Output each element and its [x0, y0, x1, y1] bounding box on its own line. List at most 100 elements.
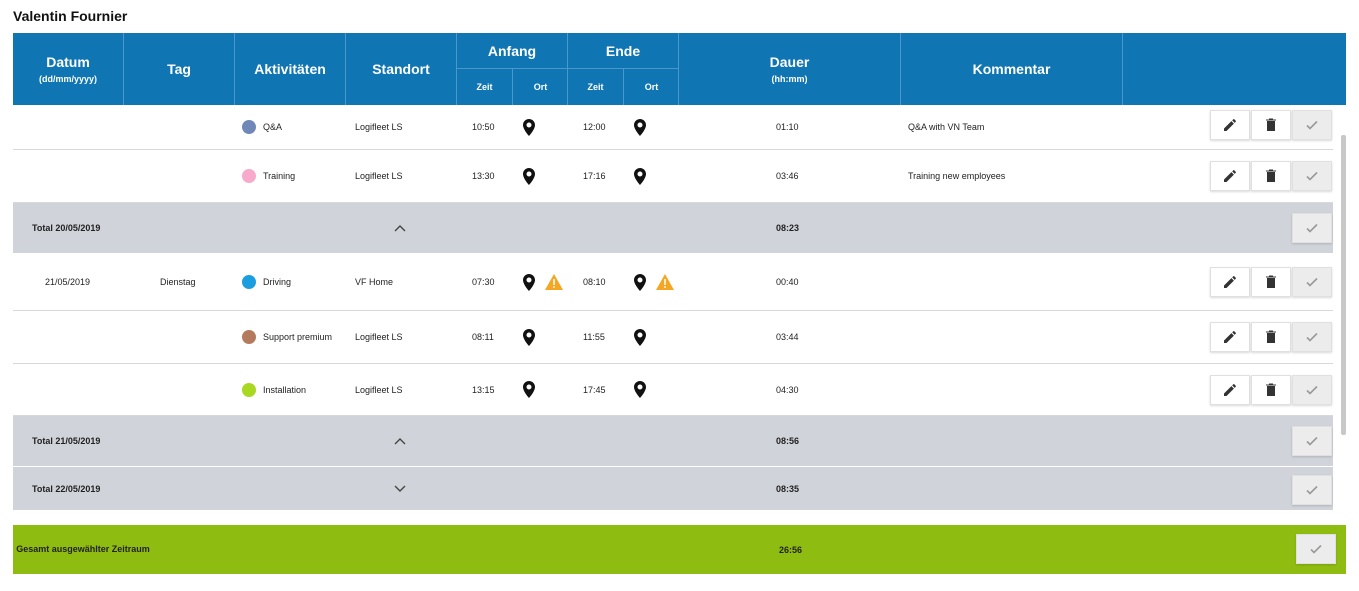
datum-cell: 21/05/2019	[45, 277, 91, 287]
header-aktivitaeten-label: Aktivitäten	[254, 61, 326, 77]
start-time: 13:15	[472, 384, 495, 395]
end-location[interactable]	[634, 105, 646, 149]
activity-label: Installation	[263, 384, 307, 395]
end-time: 17:16	[583, 171, 606, 181]
edit-button[interactable]	[1210, 322, 1250, 352]
check-icon	[1310, 544, 1322, 554]
confirm-button[interactable]	[1292, 161, 1332, 191]
end-location[interactable]	[634, 150, 646, 202]
start-location[interactable]	[523, 105, 535, 149]
header-anfang-zeit: Zeit	[476, 82, 493, 92]
header-kommentar-label: Kommentar	[972, 61, 1051, 77]
map-pin-icon	[523, 381, 535, 398]
dauer-cell: 03:46	[776, 171, 799, 181]
start-location[interactable]	[523, 311, 535, 363]
table-row: Q&A Logifleet LS 10:50 12:00 01:10 Q&A w…	[13, 105, 1333, 150]
chevron-up-icon	[394, 438, 406, 445]
grand-total-label: Gesamt ausgewählter Zeitraum	[16, 544, 150, 554]
table-row: Support premium Logifleet LS 08:11 11:55…	[13, 311, 1333, 364]
trash-icon	[1266, 330, 1276, 343]
confirm-button[interactable]	[1292, 475, 1332, 505]
table-row: 21/05/2019 Dienstag Driving VF Home 07:3…	[13, 254, 1333, 311]
delete-button[interactable]	[1251, 322, 1291, 352]
end-location[interactable]	[634, 254, 674, 310]
header-datum[interactable]: Datum (dd/mm/yyyy)	[13, 33, 124, 105]
start-time: 13:30	[472, 171, 495, 181]
confirm-button[interactable]	[1292, 375, 1332, 405]
start-location[interactable]	[523, 254, 563, 310]
pencil-icon	[1224, 331, 1236, 343]
dauer-cell: 04:30	[776, 384, 799, 395]
header-kommentar[interactable]: Kommentar	[901, 33, 1123, 105]
header-datum-format: (dd/mm/yyyy)	[38, 74, 98, 84]
header-standort[interactable]: Standort	[346, 33, 457, 105]
start-location[interactable]	[523, 364, 535, 415]
collapse-toggle[interactable]	[394, 203, 406, 253]
total-label: Total 20/05/2019	[32, 223, 101, 233]
confirm-button[interactable]	[1292, 267, 1332, 297]
total-dauer: 08:23	[776, 223, 800, 233]
vertical-scrollbar[interactable]	[1341, 135, 1346, 435]
total-label: Total 21/05/2019	[32, 436, 101, 446]
confirm-button[interactable]	[1292, 426, 1332, 456]
standort-cell: VF Home	[355, 277, 394, 287]
map-pin-icon	[634, 273, 646, 291]
table-header: Datum (dd/mm/yyyy) Tag Aktivitäten Stand…	[13, 33, 1346, 105]
start-location[interactable]	[523, 150, 535, 202]
warning-icon	[545, 274, 563, 290]
total-dauer: 08:35	[776, 483, 800, 494]
user-name: Valentin Fournier	[13, 8, 128, 24]
check-icon	[1306, 120, 1318, 130]
delete-button[interactable]	[1251, 110, 1291, 140]
edit-button[interactable]	[1210, 110, 1250, 140]
check-icon	[1306, 332, 1318, 342]
delete-button[interactable]	[1251, 267, 1291, 297]
activity-cell: Support premium	[242, 311, 332, 363]
header-aktivitaeten[interactable]: Aktivitäten	[235, 33, 346, 105]
expand-toggle[interactable]	[394, 467, 406, 510]
end-time: 11:55	[583, 332, 605, 342]
table-body: Q&A Logifleet LS 10:50 12:00 01:10 Q&A w…	[13, 105, 1346, 511]
delete-button[interactable]	[1251, 375, 1291, 405]
trash-icon	[1266, 169, 1276, 182]
header-anfang: Anfang Zeit Ort	[457, 33, 568, 105]
kommentar-cell: Q&A with VN Team	[908, 122, 985, 132]
standort-cell: Logifleet LS	[355, 171, 403, 181]
edit-button[interactable]	[1210, 375, 1250, 405]
dauer-cell: 03:44	[776, 332, 799, 342]
confirm-button[interactable]	[1292, 213, 1332, 243]
confirm-button[interactable]	[1292, 110, 1332, 140]
end-time: 17:45	[583, 384, 606, 395]
header-dauer[interactable]: Dauer (hh:mm)	[679, 33, 901, 105]
chevron-up-icon	[394, 225, 406, 232]
delete-button[interactable]	[1251, 161, 1291, 191]
dauer-cell: 00:40	[776, 277, 799, 287]
edit-button[interactable]	[1210, 267, 1250, 297]
header-standort-label: Standort	[372, 61, 430, 77]
warning-icon	[656, 274, 674, 290]
chevron-down-icon	[394, 485, 406, 492]
timesheet-table: Datum (dd/mm/yyyy) Tag Aktivitäten Stand…	[13, 33, 1346, 511]
check-icon	[1306, 485, 1318, 495]
standort-cell: Logifleet LS	[355, 122, 403, 132]
check-icon	[1306, 223, 1318, 233]
confirm-button[interactable]	[1292, 322, 1332, 352]
table-row: Installation Logifleet LS 13:15 17:45 04…	[13, 364, 1333, 416]
header-tag[interactable]: Tag	[124, 33, 235, 105]
map-pin-icon	[523, 118, 535, 136]
edit-button[interactable]	[1210, 161, 1250, 191]
total-row: Total 20/05/2019 08:23	[13, 203, 1333, 254]
start-time: 10:50	[472, 122, 495, 132]
dauer-cell: 01:10	[776, 122, 799, 132]
end-location[interactable]	[634, 364, 646, 415]
pencil-icon	[1224, 276, 1236, 288]
activity-color-dot	[242, 330, 256, 344]
confirm-all-button[interactable]	[1296, 534, 1336, 564]
tag-cell: Dienstag	[160, 277, 196, 287]
total-label: Total 22/05/2019	[32, 483, 101, 494]
total-row: Total 21/05/2019 08:56	[13, 416, 1333, 467]
collapse-toggle[interactable]	[394, 416, 406, 466]
end-location[interactable]	[634, 311, 646, 363]
activity-color-dot	[242, 382, 256, 397]
check-icon	[1306, 171, 1318, 181]
